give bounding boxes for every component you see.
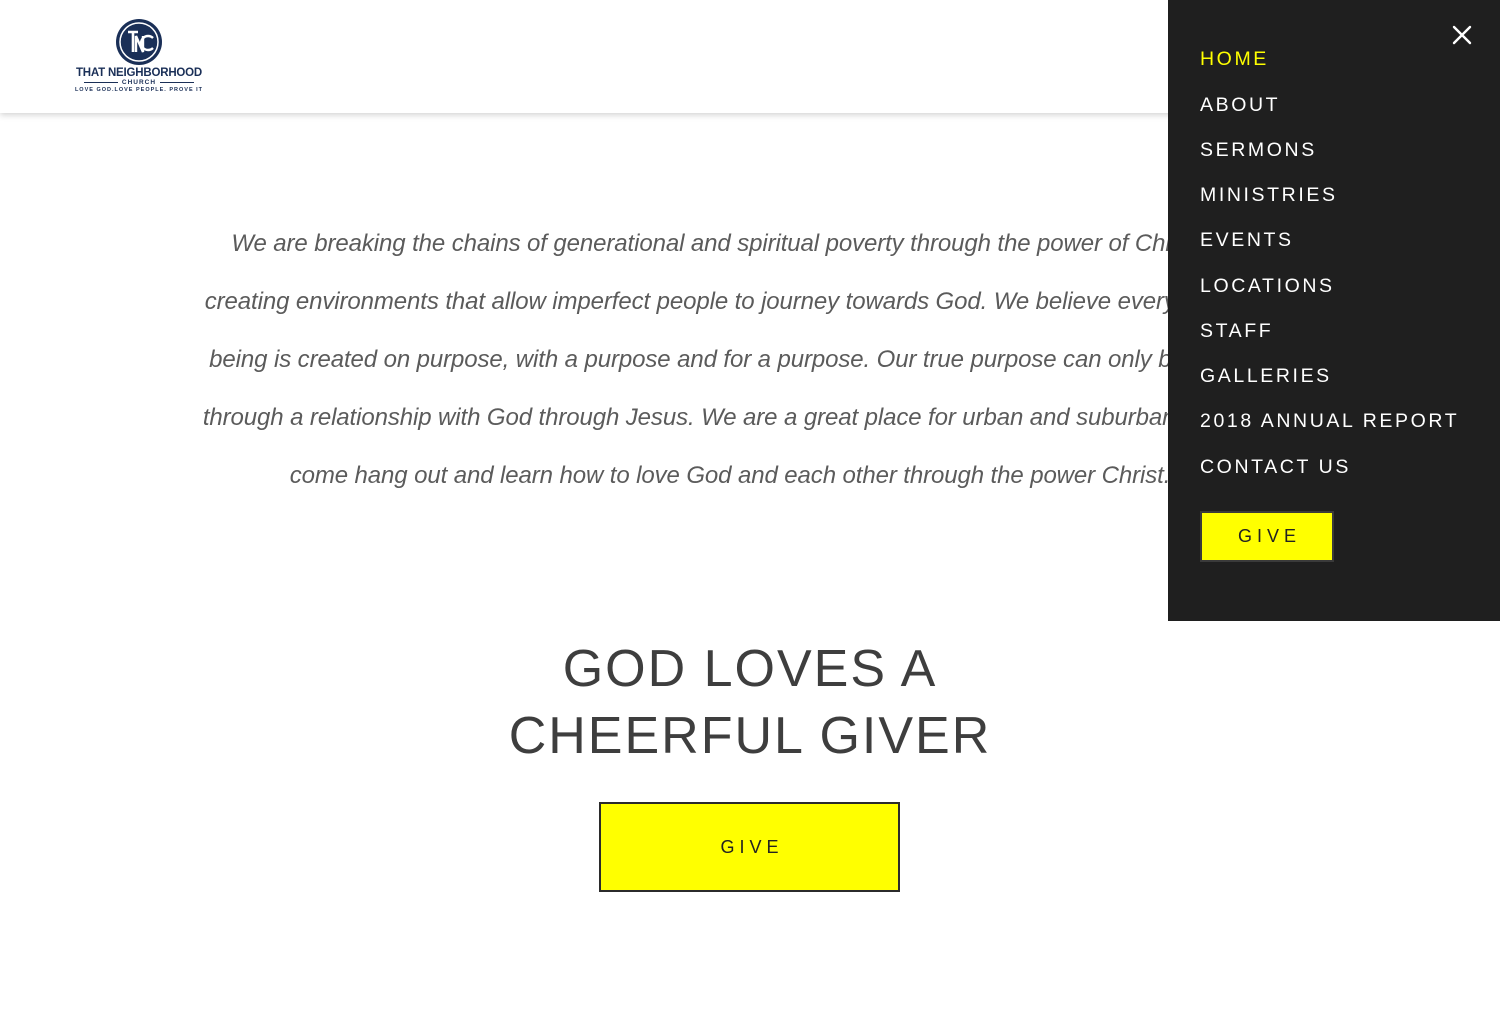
- giver-heading: GOD LOVES A CHEERFUL GIVER: [400, 636, 1100, 770]
- nav-item-galleries[interactable]: GALLERIES: [1200, 365, 1332, 388]
- logo-subtitle: CHURCH: [74, 79, 204, 86]
- nav-item-contact[interactable]: CONTACT US: [1200, 456, 1351, 479]
- tnc-monogram-icon: [116, 19, 162, 65]
- logo-tagline: LOVE GOD.LOVE PEOPLE. PROVE IT: [74, 87, 204, 93]
- nav-item-about[interactable]: ABOUT: [1200, 94, 1280, 117]
- mission-line: We are breaking the chains of generation…: [231, 230, 1229, 257]
- nav-item-events[interactable]: EVENTS: [1200, 229, 1294, 252]
- nav-drawer: HOME ABOUT SERMONS MINISTRIES EVENTS LOC…: [1168, 0, 1500, 621]
- nav-item-ministries[interactable]: MINISTRIES: [1200, 184, 1338, 207]
- nav-item-staff[interactable]: STAFF: [1200, 320, 1273, 343]
- mission-statement: We are breaking the chains of generation…: [150, 215, 1310, 505]
- mission-line: through a relationship with God through …: [202, 404, 1258, 431]
- nav-item-annual-report[interactable]: 2018 ANNUAL REPORT: [1200, 410, 1459, 433]
- church-logo[interactable]: THAT NEIGHBORHOOD CHURCH LOVE GOD.LOVE P…: [74, 18, 206, 96]
- mission-line: come hang out and learn how to love God …: [289, 462, 1171, 489]
- mission-line: being is created on purpose, with a purp…: [209, 346, 1251, 373]
- logo-name: THAT NEIGHBORHOOD: [75, 67, 203, 79]
- give-button[interactable]: GIVE: [599, 802, 900, 892]
- giver-heading-line: GOD LOVES A: [562, 640, 938, 698]
- nav-item-locations[interactable]: LOCATIONS: [1200, 275, 1335, 298]
- nav-item-home[interactable]: HOME: [1200, 48, 1269, 71]
- nav-give-button[interactable]: GIVE: [1200, 511, 1334, 562]
- close-icon[interactable]: [1450, 23, 1474, 47]
- giver-heading-line: CHEERFUL GIVER: [508, 707, 992, 765]
- nav-item-sermons[interactable]: SERMONS: [1200, 139, 1317, 162]
- mission-line: creating environments that allow imperfe…: [204, 288, 1256, 315]
